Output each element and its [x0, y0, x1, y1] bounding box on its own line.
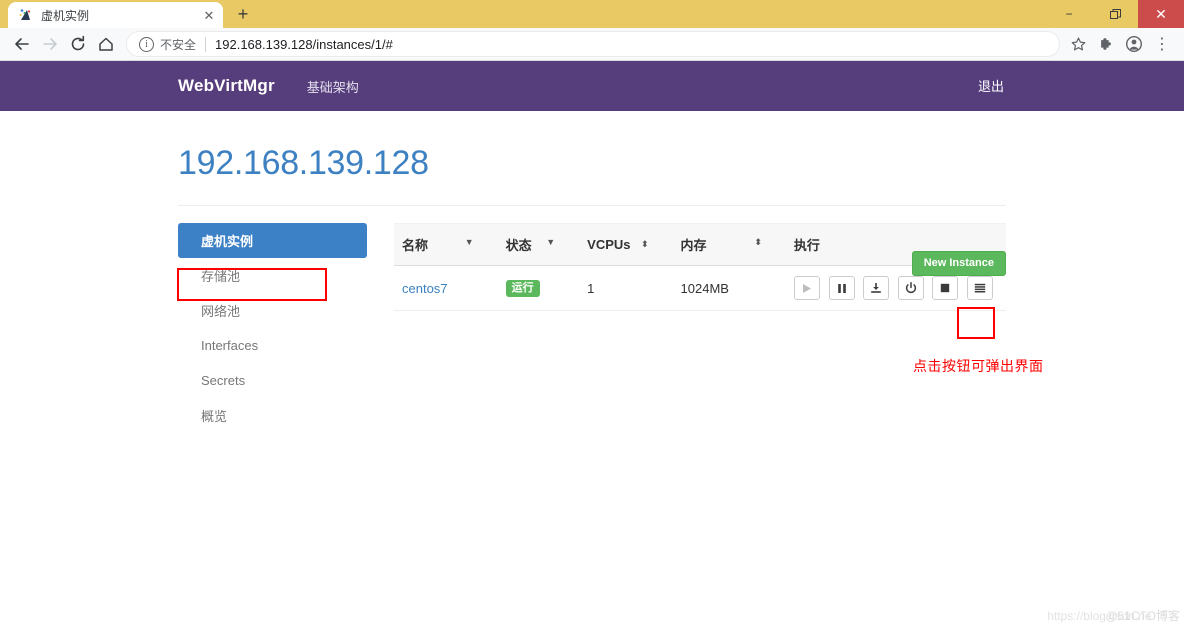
sort-indicator-memory[interactable]: ⬍	[754, 235, 762, 249]
sidebar-item-label: Interfaces	[201, 338, 259, 353]
instances-table: 名称 ▼ 状态 ▼ VCPUs ⬍ 内存 ⬍ 执行 centos7 运行 1 1…	[394, 223, 1006, 311]
sidebar-item-label: 网络池	[201, 304, 241, 319]
sort-indicator-name[interactable]: ▼	[465, 235, 474, 249]
back-icon[interactable]	[8, 30, 36, 58]
sort-indicator-state[interactable]: ▼	[546, 235, 555, 249]
column-header-vcpus[interactable]: VCPUs ⬍	[579, 223, 673, 266]
tab-strip: 虚机实例 ✕ + − ✕	[0, 0, 1184, 28]
page-content: WebVirtMgr 基础架构 退出 192.168.139.128 New I…	[0, 61, 1184, 631]
cell-memory: 1024MB	[672, 265, 786, 311]
sidebar-item-network-pools[interactable]: 网络池	[178, 293, 386, 328]
toolbar-right-icons: ⋮	[1064, 30, 1176, 58]
profile-avatar-icon[interactable]	[1120, 30, 1148, 58]
cell-vcpus: 1	[579, 265, 673, 311]
annotation-note: 点击按钮可弹出界面	[913, 358, 1044, 374]
app-brand[interactable]: WebVirtMgr	[178, 76, 275, 96]
sidebar-item-label: 存储池	[201, 269, 241, 284]
column-label: 内存	[680, 238, 707, 253]
column-label: 名称	[402, 238, 429, 253]
watermark-51cto: @51CTO博客	[1105, 609, 1180, 623]
poweroff-button[interactable]	[897, 276, 924, 300]
watermark: https://blog.csdn.ne@51CTO博客	[1047, 607, 1180, 624]
navbar-right: 退出	[978, 76, 1004, 96]
close-tab-icon[interactable]: ✕	[201, 7, 217, 23]
extensions-puzzle-icon[interactable]	[1092, 30, 1120, 58]
close-window-button[interactable]: ✕	[1138, 0, 1184, 28]
window-controls: − ✕	[1046, 0, 1184, 28]
browser-tab[interactable]: 虚机实例 ✕	[8, 2, 223, 28]
column-header-memory[interactable]: 内存 ⬍	[672, 223, 786, 266]
column-label: 状态	[505, 238, 532, 253]
cell-actions	[785, 265, 1006, 311]
logout-link[interactable]: 退出	[978, 79, 1004, 94]
site-favicon	[18, 7, 34, 23]
column-header-state[interactable]: 状态 ▼	[497, 223, 580, 266]
browser-window: 虚机实例 ✕ + − ✕ i 不安全 192.168.139.128/insta…	[0, 0, 1184, 631]
page-title: 192.168.139.128	[178, 144, 429, 182]
pause-button[interactable]	[828, 276, 855, 300]
home-icon[interactable]	[92, 30, 120, 58]
tab-title: 虚机实例	[41, 8, 90, 23]
sidebar-item-label: 概览	[201, 409, 228, 424]
cell-name: centos7	[394, 265, 498, 311]
omnibox-divider	[205, 36, 207, 52]
sidebar-item-label: Secrets	[201, 373, 246, 388]
column-header-name[interactable]: 名称 ▼	[394, 223, 498, 266]
sort-indicator-vcpus[interactable]: ⬍	[641, 237, 649, 251]
address-bar-url: 192.168.139.128/instances/1/#	[215, 36, 393, 52]
forward-icon	[36, 30, 64, 58]
cell-state: 运行	[497, 265, 580, 311]
column-label: 执行	[793, 238, 820, 253]
page-container: 192.168.139.128 New Instance 虚机实例 存储池 网络…	[0, 111, 1184, 433]
sidebar-item-storage-pools[interactable]: 存储池	[178, 258, 386, 293]
table-row: centos7 运行 1 1024MB	[394, 265, 1006, 311]
maximize-button[interactable]	[1092, 0, 1138, 28]
reload-icon[interactable]	[64, 30, 92, 58]
minimize-button[interactable]: −	[1046, 0, 1092, 28]
start-button[interactable]	[793, 276, 820, 300]
security-label: 不安全	[160, 37, 197, 52]
new-tab-button[interactable]: +	[229, 1, 257, 27]
site-info-icon[interactable]: i	[139, 36, 154, 52]
browser-menu-icon[interactable]: ⋮	[1148, 30, 1176, 58]
status-badge: 运行	[505, 279, 540, 298]
table-body: centos7 运行 1 1024MB	[394, 265, 1006, 311]
nav-item-infrastructure[interactable]: 基础架构	[307, 77, 359, 96]
instance-link[interactable]: centos7	[402, 281, 448, 296]
forceoff-button[interactable]	[932, 276, 959, 300]
address-bar[interactable]: i 不安全 192.168.139.128/instances/1/#	[126, 31, 1060, 57]
sidebar-item-overview[interactable]: 概览	[178, 398, 386, 433]
snapshot-button[interactable]	[863, 276, 890, 300]
column-label: VCPUs	[587, 237, 631, 252]
browser-toolbar: i 不安全 192.168.139.128/instances/1/# ⋮	[0, 28, 1184, 61]
sidebar-item-secrets[interactable]: Secrets	[178, 363, 386, 398]
main-body: 虚机实例 存储池 网络池 Interfaces Secrets 概览 名称 ▼ …	[178, 206, 1006, 433]
sidebar-nav: 虚机实例 存储池 网络池 Interfaces Secrets 概览	[178, 223, 386, 433]
sidebar-item-interfaces[interactable]: Interfaces	[178, 328, 386, 363]
app-navbar: WebVirtMgr 基础架构 退出	[0, 61, 1184, 111]
bookmark-star-icon[interactable]	[1064, 30, 1092, 58]
sidebar-item-label: 虚机实例	[201, 234, 254, 249]
more-menu-button[interactable]	[967, 276, 993, 300]
sidebar-item-instances[interactable]: 虚机实例	[178, 223, 367, 258]
